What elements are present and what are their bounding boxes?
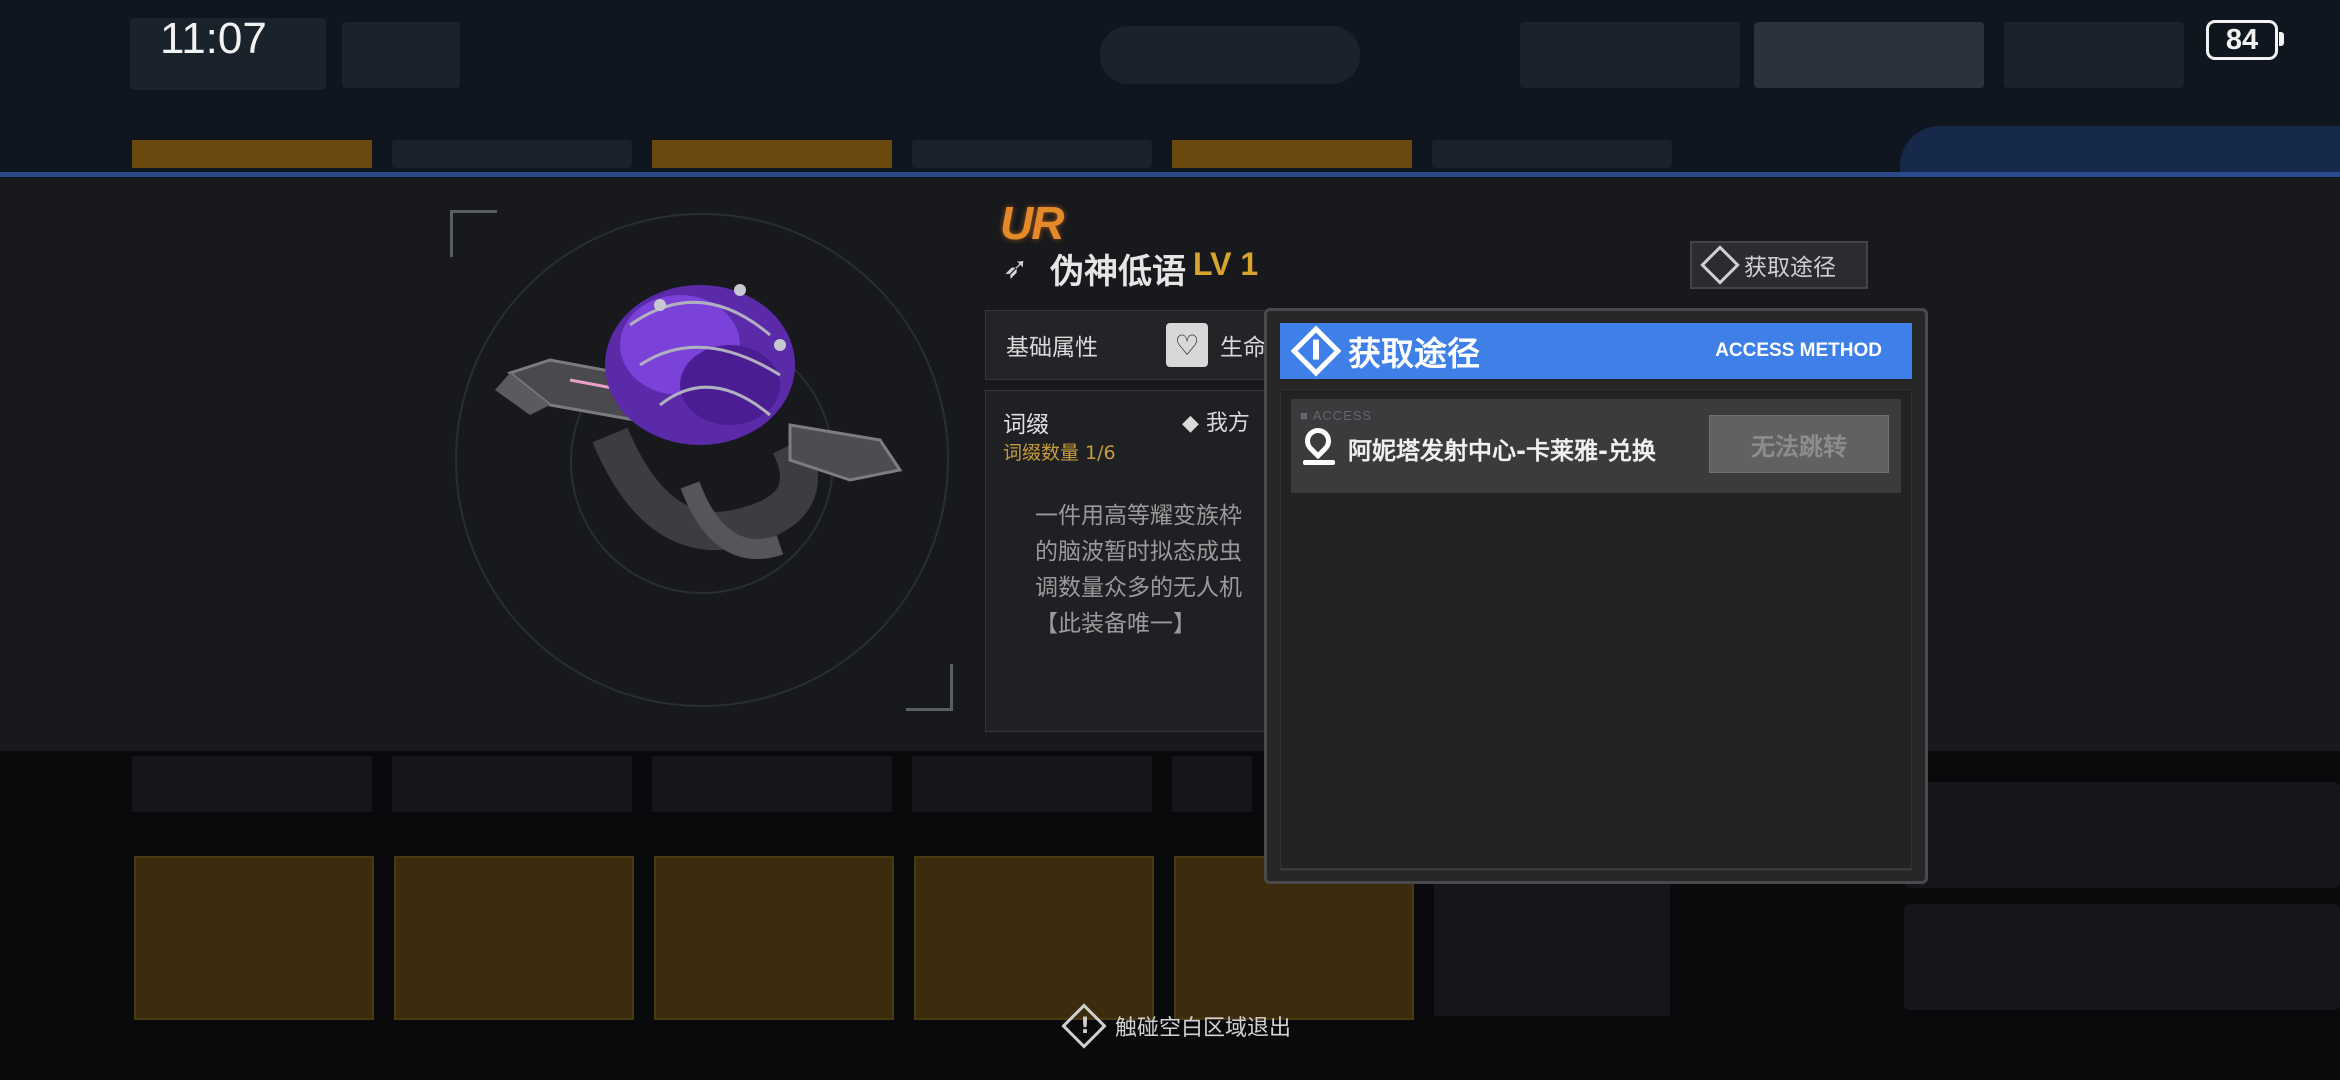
base-stats-row: 基础属性 ♡ 生命 xyxy=(985,310,1287,380)
background-side-button xyxy=(1904,904,2340,1010)
location-pin-base xyxy=(1303,460,1335,465)
affix-side-label: 我方 xyxy=(1205,411,1250,436)
route-tag: ■ ACCESS xyxy=(1300,408,1373,423)
weapon-image xyxy=(495,284,903,559)
jump-button[interactable]: 无法跳转 xyxy=(1709,415,1889,473)
background-side-button xyxy=(1904,782,2340,888)
background-card xyxy=(912,756,1152,812)
battery-icon: 84 xyxy=(2206,20,2284,60)
rarity-badge: UR xyxy=(1000,197,1064,249)
background-button xyxy=(2004,22,2184,88)
route-label: 阿妮塔发射中心-卡莱雅-兑换 xyxy=(1348,437,1656,465)
item-name: 伪神低语 xyxy=(1050,252,1186,292)
background-tab xyxy=(342,22,460,88)
background-card xyxy=(392,756,632,812)
background-button xyxy=(1754,22,1984,88)
dialog-subtitle: ACCESS METHOD xyxy=(1715,340,1882,361)
weapon-type-icon: ➶ xyxy=(1003,251,1029,286)
base-stats-label: 基础属性 xyxy=(1006,335,1098,361)
warning-mark: ! xyxy=(1080,1014,1091,1039)
access-method-button[interactable]: 获取途径 xyxy=(1690,241,1868,289)
affix-side: ◆ 我方 xyxy=(1182,411,1250,436)
affix-count: 词缀数量 1/6 xyxy=(1003,442,1116,464)
frame-corner-icon xyxy=(450,210,497,257)
background-card xyxy=(1172,756,1252,812)
background-blue-tab xyxy=(1900,126,2340,172)
access-diamond-icon xyxy=(1290,325,1342,377)
background-card xyxy=(132,756,372,812)
background-strip xyxy=(132,140,372,168)
background-search xyxy=(1100,26,1360,84)
background-strip xyxy=(912,140,1152,168)
status-time: 11:07 xyxy=(160,14,267,63)
dialog-header: 获取途径 ACCESS METHOD xyxy=(1280,323,1912,379)
item-description: 一件用高等耀变族枠 的脑波暂时拟态成虫 调数量众多的无人机 【此装备唯一】 xyxy=(1035,503,1242,637)
exit-hint: 触碰空白区域退出 xyxy=(1115,1016,1292,1041)
access-method-label: 获取途径 xyxy=(1744,255,1836,281)
item-level: LV 1 xyxy=(1193,246,1259,282)
background-strip xyxy=(1432,140,1672,168)
background-strip xyxy=(652,140,892,168)
background-card xyxy=(654,856,894,1020)
background-button xyxy=(1520,22,1740,88)
background-strip xyxy=(1172,140,1412,168)
heart-icon: ♡ xyxy=(1166,323,1208,367)
affix-title: 词缀 xyxy=(1003,412,1049,438)
access-diamond-icon xyxy=(1700,245,1740,285)
background-card xyxy=(134,856,374,1020)
background-card xyxy=(652,756,892,812)
background-card xyxy=(394,856,634,1020)
stat-name: 生命 xyxy=(1220,335,1266,361)
background-card xyxy=(914,856,1154,1020)
background-strip xyxy=(392,140,632,168)
dialog-title: 获取途径 xyxy=(1348,334,1480,373)
frame-corner-icon xyxy=(906,664,953,711)
dialog-footer-line xyxy=(1280,868,1912,870)
